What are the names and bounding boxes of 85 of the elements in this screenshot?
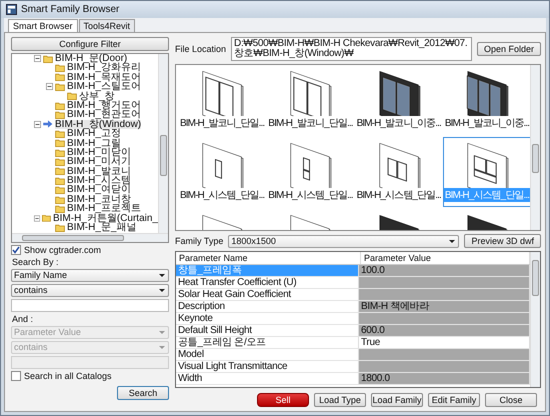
tree-item[interactable]: BIM-H_커튼월(Curtain_ [52, 214, 158, 224]
tree-item[interactable]: BIM-H_미닫이 [67, 148, 131, 158]
tree-item[interactable]: BIM-H_창(Window) [55, 120, 142, 130]
action-button[interactable]: Edit Family [428, 393, 480, 407]
checkbox-label: Search in all Catalogs [24, 371, 112, 381]
thumbnail-label: BIM-H_시스템_단일... [444, 188, 530, 202]
column-header[interactable]: Parameter Name [176, 252, 361, 264]
collapse-icon[interactable] [34, 120, 41, 128]
operator-dropdown[interactable]: contains [11, 284, 169, 297]
parameter-value-cell[interactable] [359, 277, 530, 288]
tab[interactable]: Smart Browser [8, 19, 78, 32]
parameter-value-cell[interactable]: 600.0 [359, 325, 530, 336]
family-thumbnail[interactable]: BIM-H_시스템_단일... [354, 137, 443, 207]
tree-item[interactable]: BIM-H_목재도어 [67, 72, 141, 82]
checkbox[interactable] [11, 371, 21, 381]
family-type-dropdown[interactable]: 1800x1500 [228, 234, 460, 248]
action-button[interactable]: Load Family [371, 393, 423, 407]
tree-item[interactable]: BIM-H_문_패널 [67, 223, 136, 232]
family-thumbnail[interactable]: BIM-H_시스템_단일... [266, 137, 355, 207]
thumbnail-label: BIM-H_시스템_단일... [267, 189, 354, 202]
and-label: And : [11, 314, 34, 324]
search-by-label: Search By : [11, 257, 60, 267]
family-thumbnail[interactable]: BIM-H_발코니_단일... [266, 65, 355, 135]
tree-item[interactable]: BIM-H_여닫이 [67, 185, 131, 195]
collapse-icon[interactable] [34, 214, 40, 222]
scrollbar[interactable] [530, 252, 540, 387]
parameter-value-cell[interactable] [359, 289, 530, 300]
scrollbar[interactable] [530, 65, 540, 230]
action-button[interactable]: Sell [257, 393, 309, 407]
tree-item[interactable]: BIM-H_행거도어 [67, 100, 141, 110]
caret-icon [159, 346, 165, 349]
checkbox-label: Show cgtrader.com [24, 245, 102, 255]
arrow-icon [43, 120, 53, 128]
collapse-icon[interactable] [34, 55, 41, 62]
parameter-value-cell[interactable] [359, 361, 530, 372]
family-thumbnail[interactable]: BIM-H_발코니_단일... [178, 65, 266, 135]
caret-icon [449, 240, 456, 242]
caret-icon [159, 331, 165, 334]
open-folder-button[interactable]: Open Folder [476, 42, 541, 56]
file-location-field[interactable]: D:₩500₩BIM-H₩BIM-H Chekevara₩Revit_2012₩07. 창호₩BIM-H_창(Window)₩ [231, 37, 472, 61]
family-thumbnail[interactable]: BIM-H_발코니_이중... [442, 65, 530, 135]
tab[interactable]: Tools4Revit [78, 19, 136, 32]
search-input[interactable] [11, 299, 169, 312]
window-title: Smart Family Browser [21, 4, 120, 15]
search-button[interactable]: Search [117, 386, 169, 400]
parameter-value-cell[interactable]: 1800.0 [359, 373, 530, 384]
tree-item[interactable]: BIM-H_발코니 [67, 166, 131, 176]
tree-item[interactable]: BIM-H_시스템 [67, 176, 131, 186]
family-thumbnail[interactable]: BIM-H_발코니_이중... [354, 65, 443, 135]
search-field-dropdown[interactable]: Family Name [11, 269, 169, 282]
tree-item[interactable]: 상부_창 [79, 92, 115, 101]
tree-item[interactable]: BIM-H_코너창 [67, 194, 131, 204]
parameter-value-cell[interactable] [359, 349, 530, 360]
caret-icon [159, 274, 165, 277]
tree-item[interactable]: BIM-H_현관도어 [67, 110, 141, 120]
thumbnail-label: BIM-H_발코니_단일... [267, 117, 354, 130]
configure-filter-button[interactable]: Configure Filter [11, 37, 169, 51]
parameter-value-cell[interactable] [359, 313, 530, 324]
checkbox[interactable] [11, 245, 21, 255]
preview-button[interactable]: Preview 3D dwf [464, 234, 541, 248]
thumbnail-label: BIM-H_발코니_이중... [444, 117, 530, 130]
tree-item[interactable]: BIM-H_고정 [67, 129, 121, 139]
tree-item[interactable]: BIM-H_프로젝트 [67, 204, 141, 214]
file-location-label: File Location [175, 44, 226, 54]
action-button[interactable]: Close [485, 393, 537, 407]
thumbnail-label: BIM-H_발코니_이중... [356, 117, 442, 130]
action-button[interactable]: Load Type [314, 393, 366, 407]
thumbnail-label: BIM-H_시스템_단일... [179, 189, 266, 202]
tree-item[interactable]: BIM-H_그릴 [67, 138, 121, 148]
scrollbar[interactable] [158, 54, 168, 233]
thumbnail-label: BIM-H_발코니_단일... [179, 117, 266, 130]
app-icon [6, 4, 17, 15]
family-thumbnail[interactable]: BIM-H_시스템_단일... [178, 137, 266, 207]
parameter-value-cell[interactable]: 100.0 [359, 265, 530, 276]
caret-icon [159, 289, 165, 292]
thumbnail-label: BIM-H_시스템_단일... [356, 189, 442, 202]
tree-item[interactable]: BIM-H_문(Door) [55, 54, 128, 64]
tree-item[interactable]: BIM-H_강화유리 [67, 63, 141, 73]
parameter-value-cell[interactable]: True [359, 337, 530, 348]
family-type-label: Family Type [175, 236, 224, 246]
tree-item[interactable]: BIM-H_미서기 [67, 157, 131, 167]
scrollbar[interactable] [12, 233, 168, 242]
parameter-value-cell[interactable]: BIM-H 책에바라 [359, 301, 530, 312]
tree-item[interactable]: BIM-H_스틸도어 [67, 82, 141, 92]
collapse-icon[interactable] [46, 83, 53, 90]
